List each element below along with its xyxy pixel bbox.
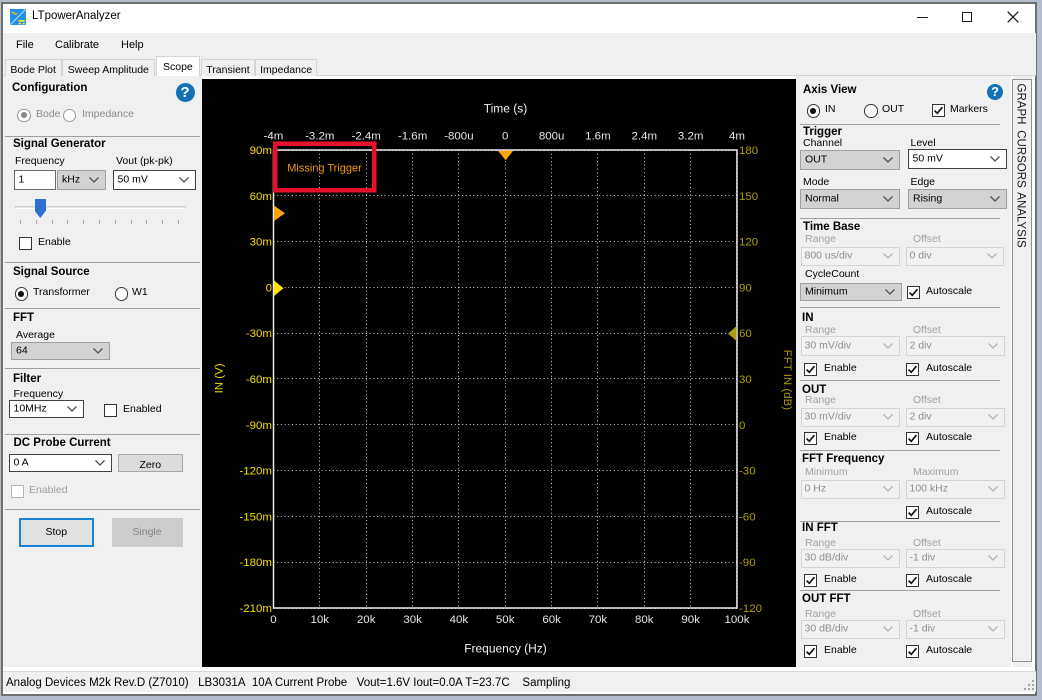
svg-text:60m: 60m [250,191,272,203]
svg-text:90m: 90m [250,145,272,157]
svg-text:IN (V): IN (V) [213,363,225,393]
svg-text:-210m: -210m [239,603,272,615]
svg-text:80k: 80k [635,614,654,626]
svg-text:-180m: -180m [239,557,272,569]
svg-text:-30m: -30m [246,328,272,340]
svg-text:30m: 30m [250,237,272,249]
svg-text:60k: 60k [542,614,561,626]
svg-text:Time (s): Time (s) [484,101,528,115]
svg-text:100k: 100k [725,614,750,626]
svg-text:70k: 70k [589,614,608,626]
svg-text:-1.6m: -1.6m [398,130,427,142]
svg-text:1.6m: 1.6m [585,130,611,142]
svg-text:-120m: -120m [239,466,272,478]
svg-text:30: 30 [739,374,752,386]
svg-text:40k: 40k [450,614,469,626]
svg-text:30k: 30k [403,614,422,626]
svg-text:-4m: -4m [264,130,284,142]
svg-text:-60: -60 [739,511,756,523]
svg-text:90k: 90k [681,614,700,626]
svg-text:3.2m: 3.2m [678,130,704,142]
svg-text:0: 0 [266,282,272,294]
svg-text:-90m: -90m [246,420,272,432]
svg-text:0: 0 [739,420,745,432]
svg-text:180: 180 [739,145,758,157]
svg-text:90: 90 [739,282,752,294]
svg-text:60: 60 [739,328,752,340]
svg-text:-30: -30 [739,466,756,478]
svg-text:4m: 4m [729,130,745,142]
svg-text:50k: 50k [496,614,515,626]
svg-text:150: 150 [739,191,758,203]
svg-text:0: 0 [270,614,276,626]
svg-text:0: 0 [502,130,508,142]
svg-text:-90: -90 [739,557,756,569]
svg-text:10k: 10k [311,614,330,626]
svg-text:Frequency (Hz): Frequency (Hz) [464,641,547,655]
svg-text:-150m: -150m [239,511,272,523]
svg-text:-60m: -60m [246,374,272,386]
svg-text:Missing Trigger: Missing Trigger [287,162,362,174]
svg-text:-800u: -800u [444,130,473,142]
svg-text:-120: -120 [739,603,762,615]
svg-text:2.4m: 2.4m [632,130,658,142]
svg-text:-2.4m: -2.4m [352,130,381,142]
svg-text:FFT IN (dB): FFT IN (dB) [781,350,793,411]
svg-text:120: 120 [739,237,758,249]
svg-text:800u: 800u [539,130,565,142]
svg-text:-3.2m: -3.2m [305,130,334,142]
svg-text:20k: 20k [357,614,376,626]
